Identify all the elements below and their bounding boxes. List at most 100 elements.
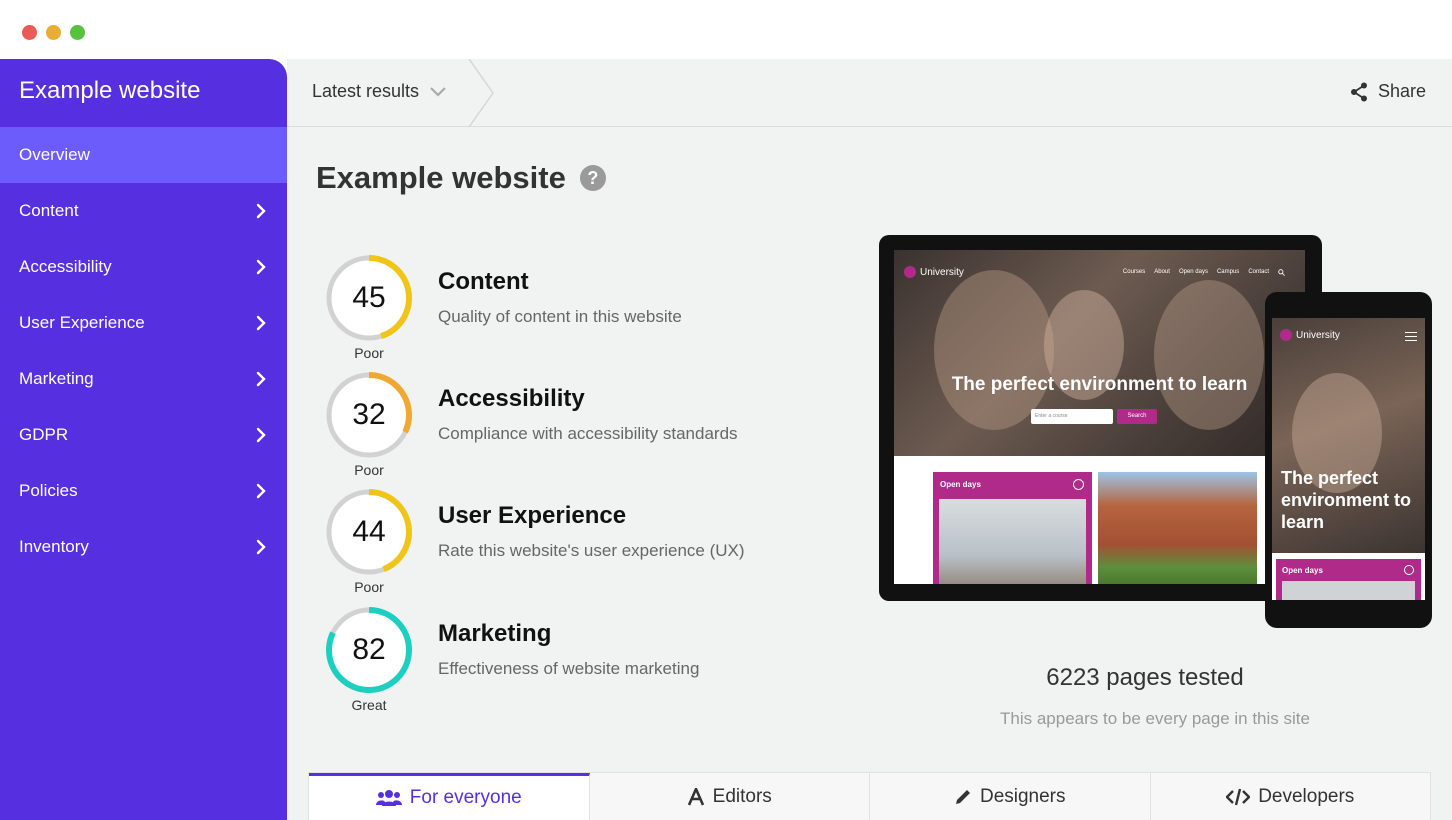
sidebar-item-marketing[interactable]: Marketing <box>0 351 287 407</box>
phone-hero-heading: The perfect environment to learn <box>1281 468 1412 532</box>
pages-tested-count: 6223 pages tested <box>1046 664 1244 691</box>
sidebar-item-gdpr[interactable]: GDPR <box>0 407 287 463</box>
score-card-content[interactable]: 45 Poor Content Quality of content in th… <box>324 253 844 363</box>
score-title: User Experience <box>438 502 627 529</box>
sidebar-item-label: User Experience <box>19 313 145 332</box>
arrow-right-circle-icon <box>1404 565 1414 575</box>
sidebar-item-accessibility[interactable]: Accessibility <box>0 239 287 295</box>
open-days-card: Open days <box>933 472 1092 584</box>
sidebar-title[interactable]: Example website <box>19 77 200 105</box>
maximize-window-button[interactable] <box>70 25 85 40</box>
preview-search-input: Enter a course <box>1031 409 1113 424</box>
tab-label: Designers <box>979 785 1066 807</box>
sidebar-item-label: Content <box>19 201 79 220</box>
tab-for-everyone[interactable]: For everyone <box>309 773 590 820</box>
help-icon[interactable]: ? <box>579 165 606 191</box>
score-title: Accessibility <box>438 385 585 412</box>
university-logo: University <box>1280 329 1340 341</box>
sidebar-item-label: Inventory <box>19 537 89 556</box>
logo-text: University <box>920 266 964 278</box>
pencil-icon <box>955 789 970 804</box>
chevron-right-icon <box>256 371 266 387</box>
phone-preview: University The perfect environment to le… <box>1265 292 1432 628</box>
font-icon <box>687 787 704 806</box>
tablet-screen: University Courses About Open days Campu… <box>894 250 1305 584</box>
page-title: Example website ? <box>316 160 606 196</box>
tab-label: Editors <box>712 785 772 807</box>
phone-open-days-card: Open days <box>1276 559 1421 600</box>
sidebar-item-label: Overview <box>19 145 90 164</box>
tab-label: Developers <box>1258 785 1355 807</box>
chevron-right-icon <box>256 259 266 275</box>
score-value: 32 <box>352 398 386 431</box>
score-card-marketing[interactable]: 82 Great Marketing Effectiveness of webs… <box>324 605 844 715</box>
sidebar-item-label: Marketing <box>19 369 94 388</box>
results-dropdown[interactable]: Latest results <box>312 81 447 102</box>
pages-tested-note: This appears to be every page in this si… <box>1000 709 1310 728</box>
logo-text: University <box>1296 329 1340 341</box>
share-icon <box>1350 82 1367 101</box>
score-description: Compliance with accessibility standards <box>438 424 738 443</box>
chevron-down-icon <box>430 86 446 97</box>
tab-developers[interactable]: Developers <box>1151 773 1431 820</box>
arrow-right-circle-icon <box>1073 479 1084 490</box>
preview-search: Enter a course Search <box>1031 409 1157 424</box>
sidebar-item-content[interactable]: Content <box>0 183 287 239</box>
score-rating: Poor <box>354 345 384 361</box>
preview-nav-item: About <box>1154 269 1170 275</box>
code-icon <box>1226 788 1251 805</box>
score-description: Rate this website's user experience (UX) <box>438 541 745 560</box>
score-value: 82 <box>352 633 386 666</box>
sidebar: Example website Overview Content Accessi… <box>0 59 287 820</box>
preview-nav-item: Campus <box>1216 269 1240 275</box>
chevron-right-icon <box>256 315 266 331</box>
score-card-accessibility[interactable]: 32 Poor Accessibility Compliance with ac… <box>324 370 844 480</box>
minimize-window-button[interactable] <box>46 25 61 40</box>
hero-figure <box>1154 280 1264 430</box>
share-label: Share <box>1377 81 1426 101</box>
tab-editors[interactable]: Editors <box>590 773 870 820</box>
users-icon <box>375 790 402 806</box>
logo-mark-icon <box>1280 329 1292 341</box>
preview-nav: Courses About Open days Campus Contact <box>1123 269 1285 276</box>
close-window-button[interactable] <box>22 25 37 40</box>
hero-heading: The perfect environment to learn <box>951 374 1248 395</box>
sidebar-item-user-experience[interactable]: User Experience <box>0 295 287 351</box>
hero-image <box>894 250 1305 456</box>
score-value: 44 <box>352 515 386 548</box>
score-value: 45 <box>352 281 386 314</box>
sidebar-item-overview[interactable]: Overview <box>0 127 287 183</box>
chevron-right-icon <box>256 427 266 443</box>
website-preview: University Courses About Open days Campu… <box>879 235 1439 635</box>
score-description: Quality of content in this website <box>438 307 682 326</box>
sidebar-item-inventory[interactable]: Inventory <box>0 519 287 575</box>
share-button[interactable]: Share <box>1350 81 1426 102</box>
score-card-user-experience[interactable]: 44 Poor User Experience Rate this websit… <box>324 487 844 597</box>
score-description: Effectiveness of website marketing <box>438 659 700 678</box>
students-image <box>939 499 1086 584</box>
preview-nav-item: Courses <box>1122 269 1146 275</box>
breadcrumb-separator <box>468 59 494 127</box>
results-dropdown-label: Latest results <box>312 81 420 101</box>
window-titlebar <box>0 0 1452 59</box>
search-icon <box>1278 269 1285 276</box>
tab-label: For everyone <box>409 787 522 808</box>
page-title-text: Example website <box>316 160 566 195</box>
phone-screen: University The perfect environment to le… <box>1272 318 1425 600</box>
tablet-preview: University Courses About Open days Campu… <box>879 235 1322 601</box>
sidebar-item-label: GDPR <box>19 425 69 444</box>
score-title: Marketing <box>438 620 552 647</box>
chevron-right-icon <box>256 203 266 219</box>
university-logo: University <box>904 266 964 278</box>
top-bar: Latest results Share <box>287 59 1452 127</box>
sidebar-item-label: Accessibility <box>19 257 112 276</box>
sidebar-item-policies[interactable]: Policies <box>0 463 287 519</box>
score-title: Content <box>438 268 529 295</box>
students-image <box>1282 581 1415 600</box>
sidebar-item-label: Policies <box>19 481 78 500</box>
score-rating: Great <box>351 697 387 713</box>
tab-designers[interactable]: Designers <box>870 773 1151 820</box>
score-rating: Poor <box>354 462 384 478</box>
audience-tabs: For everyone Editors Designers Developer… <box>308 772 1431 820</box>
chevron-right-icon <box>256 539 266 555</box>
